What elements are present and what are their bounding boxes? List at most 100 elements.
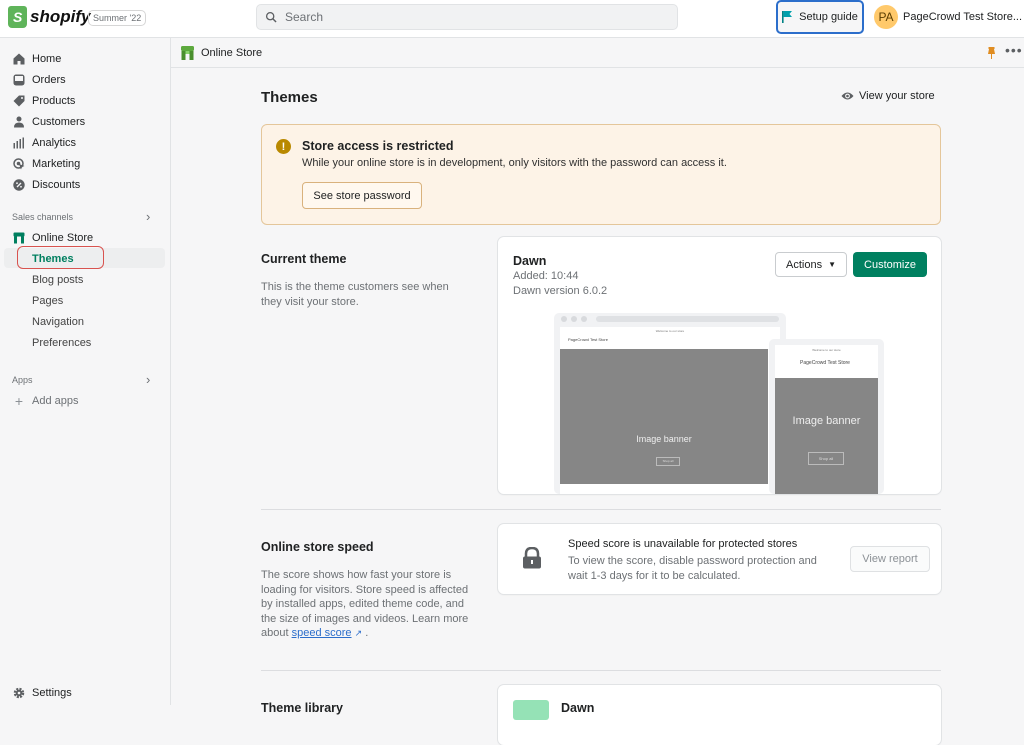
speed-heading: Online store speed bbox=[261, 540, 374, 554]
home-icon bbox=[12, 52, 26, 66]
window-dots bbox=[561, 316, 587, 322]
speed-score-link[interactable]: speed score bbox=[292, 627, 352, 639]
sidebar-item-preferences[interactable]: Preferences bbox=[0, 332, 165, 353]
edition-badge: Summer '22 bbox=[88, 10, 147, 26]
preview-shop-all: Shop all bbox=[656, 457, 680, 466]
pin-icon[interactable] bbox=[987, 47, 996, 59]
sidebar-item-navigation[interactable]: Navigation bbox=[0, 311, 165, 332]
chevron-right-icon[interactable]: › bbox=[146, 372, 150, 387]
shopify-bag-icon bbox=[8, 6, 27, 28]
sidebar-item-label: Blog posts bbox=[32, 273, 84, 286]
store-name[interactable]: PageCrowd Test Store... bbox=[903, 11, 1022, 23]
sidebar-item-products[interactable]: Products bbox=[0, 90, 165, 111]
address-bar bbox=[596, 316, 779, 322]
sidebar-item-label: Orders bbox=[32, 73, 66, 86]
section-divider bbox=[261, 670, 941, 671]
actions-label: Actions bbox=[786, 258, 823, 271]
see-store-password-button[interactable]: See store password bbox=[302, 182, 422, 209]
sidebar-item-online-store[interactable]: Online Store bbox=[0, 227, 165, 248]
preview-store-name: PageCrowd Test Store bbox=[568, 337, 608, 342]
discount-icon bbox=[12, 178, 26, 192]
shopify-logo[interactable]: shopify bbox=[8, 6, 90, 28]
brand-name: shopify bbox=[30, 7, 91, 26]
section-divider bbox=[261, 509, 941, 510]
mobile-image-banner: Image banner Shop all bbox=[775, 378, 878, 494]
search-icon bbox=[265, 11, 277, 23]
current-theme-heading: Current theme bbox=[261, 252, 347, 266]
theme-added: Added: 10:44 bbox=[513, 270, 579, 282]
theme-version: Dawn version 6.0.2 bbox=[513, 285, 608, 297]
avatar[interactable]: PA bbox=[874, 5, 898, 29]
more-actions-icon[interactable]: ••• bbox=[1005, 42, 1023, 58]
sidebar-item-orders[interactable]: Orders bbox=[0, 69, 165, 90]
sidebar-item-discounts[interactable]: Discounts bbox=[0, 174, 165, 195]
gear-icon bbox=[12, 686, 26, 700]
sidebar-item-label: Products bbox=[32, 94, 76, 107]
desktop-preview: Welcome to our store PageCrowd Test Stor… bbox=[554, 313, 786, 494]
chevron-right-icon[interactable]: › bbox=[146, 209, 150, 224]
preview-image-banner: Image banner Shop all bbox=[560, 349, 768, 484]
current-theme-description: This is the theme customers see when the… bbox=[261, 281, 449, 308]
sidebar-item-blog-posts[interactable]: Blog posts bbox=[0, 269, 165, 290]
breadcrumb-label[interactable]: Online Store bbox=[201, 47, 262, 59]
mobile-preview: Welcome to our store PageCrowd Test Stor… bbox=[769, 339, 884, 494]
plus-icon: + bbox=[14, 392, 24, 409]
customize-button[interactable]: Customize bbox=[853, 252, 927, 277]
sidebar-item-label: Customers bbox=[32, 115, 86, 128]
view-report-button[interactable]: View report bbox=[850, 546, 930, 572]
sidebar-item-label: Marketing bbox=[32, 157, 81, 170]
sidebar-item-label: Home bbox=[32, 52, 62, 65]
mobile-store-name: PageCrowd Test Store bbox=[800, 360, 850, 366]
lock-icon bbox=[523, 547, 541, 569]
theme-name: Dawn bbox=[513, 254, 547, 268]
speed-card-text: To view the score, disable password prot… bbox=[568, 555, 817, 582]
sidebar-item-label: Online Store bbox=[32, 231, 94, 244]
top-bar: shopify Summer '22 Search Setup guide PA… bbox=[0, 0, 1024, 38]
page-title: Themes bbox=[261, 89, 318, 106]
banner-text: While your online store is in developmen… bbox=[302, 157, 727, 169]
search-input[interactable]: Search bbox=[256, 4, 678, 30]
sidebar-item-label: Navigation bbox=[32, 315, 84, 328]
view-store-button[interactable]: View your store bbox=[841, 90, 935, 102]
target-icon bbox=[12, 157, 26, 171]
sidebar-item-analytics[interactable]: Analytics bbox=[0, 132, 165, 153]
theme-library-card: Dawn bbox=[498, 685, 941, 745]
person-icon bbox=[12, 115, 26, 129]
sidebar-item-settings[interactable]: Settings bbox=[0, 682, 165, 703]
speed-trailing: . bbox=[365, 627, 369, 639]
apps-label: Apps bbox=[12, 375, 33, 385]
store-restricted-banner: ! Store access is restricted While your … bbox=[261, 124, 941, 225]
sidebar-item-home[interactable]: Home bbox=[0, 48, 165, 69]
actions-dropdown[interactable]: Actions ▼ bbox=[775, 252, 847, 277]
bar-chart-icon bbox=[12, 136, 26, 150]
speed-card: Speed score is unavailable for protected… bbox=[498, 524, 941, 594]
mobile-shop-all: Shop all bbox=[808, 452, 844, 465]
inbox-icon bbox=[12, 73, 26, 87]
banner-title: Store access is restricted bbox=[302, 139, 454, 153]
sidebar-item-label: Pages bbox=[32, 294, 64, 307]
library-theme-name: Dawn bbox=[561, 701, 595, 715]
external-link-icon[interactable]: ↗ bbox=[355, 628, 363, 638]
sidebar-item-label: Add apps bbox=[32, 394, 79, 407]
setup-guide-button[interactable]: Setup guide bbox=[776, 0, 864, 34]
sidebar-item-label: Discounts bbox=[32, 178, 81, 191]
online-store-icon bbox=[181, 46, 194, 60]
sidebar-item-add-apps[interactable]: + Add apps bbox=[0, 390, 165, 411]
speed-description: The score shows how fast your store is l… bbox=[261, 568, 471, 641]
sidebar-item-marketing[interactable]: Marketing bbox=[0, 153, 165, 174]
store-icon bbox=[12, 231, 26, 245]
sidebar-item-pages[interactable]: Pages bbox=[0, 290, 165, 311]
current-theme-card: Dawn Added: 10:44 Dawn version 6.0.2 Act… bbox=[498, 237, 941, 494]
preview-banner-text: Image banner bbox=[636, 434, 692, 444]
caret-down-icon: ▼ bbox=[828, 260, 836, 269]
theme-thumbnail bbox=[513, 700, 549, 720]
sidebar: Home Orders Products Customers Analytics… bbox=[0, 38, 171, 705]
theme-preview[interactable]: Welcome to our store PageCrowd Test Stor… bbox=[554, 313, 886, 494]
sidebar-item-customers[interactable]: Customers bbox=[0, 111, 165, 132]
sales-channels-label: Sales channels bbox=[12, 212, 74, 222]
annotation-highlight-ring bbox=[17, 246, 104, 269]
speed-card-title: Speed score is unavailable for protected… bbox=[568, 538, 798, 550]
main-content: Themes View your store ! Store access is… bbox=[172, 69, 1024, 745]
warning-icon: ! bbox=[276, 139, 291, 154]
mobile-announcement: Welcome to our store bbox=[812, 348, 841, 352]
